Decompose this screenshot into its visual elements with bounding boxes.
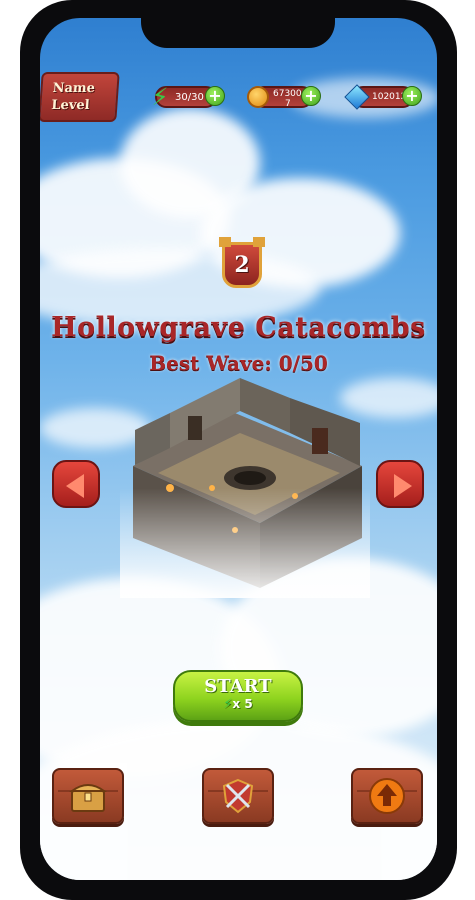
add-energy-button[interactable]: + <box>205 86 225 106</box>
start-cost: ⚡x 5 <box>175 697 301 712</box>
next-map-button[interactable] <box>376 460 424 508</box>
phone-notch <box>141 0 335 48</box>
start-cost-value: x 5 <box>232 697 253 711</box>
treasure-chest-icon <box>68 784 108 812</box>
blue-gem-icon <box>342 82 372 112</box>
battle-button[interactable] <box>202 768 274 824</box>
player-name-plate[interactable]: Name Level <box>40 72 120 122</box>
coin-sub-value: 7 <box>285 99 291 109</box>
crossed-swords-shield-icon <box>222 778 254 814</box>
arrow-left-icon <box>66 474 84 498</box>
inventory-button[interactable] <box>52 768 124 824</box>
game-screen: Name Level ⚡ 30/30 + 673000 7 + 1020120 … <box>40 18 437 880</box>
best-wave-label: Best Wave: 0/50 <box>149 351 328 375</box>
gem-counter: 1020120 + <box>344 84 422 110</box>
energy-counter: ⚡ 30/30 + <box>152 83 225 111</box>
add-coins-button[interactable]: + <box>301 86 321 106</box>
add-gems-button[interactable]: + <box>402 86 422 106</box>
player-level-label: Level <box>50 98 91 113</box>
badge-wing-left <box>219 237 231 247</box>
start-label: START <box>204 676 272 697</box>
previous-map-button[interactable] <box>52 460 100 508</box>
coin-counter: 673000 7 + <box>247 86 321 109</box>
dungeon-island-illustration <box>120 378 370 598</box>
level-number: 2 <box>234 252 250 278</box>
upgrade-button[interactable] <box>351 768 423 824</box>
gold-coin-icon <box>243 82 273 112</box>
lightning-bolt-icon: ⚡ <box>151 83 169 111</box>
level-badge: 2 <box>219 237 265 288</box>
arrow-right-icon <box>394 474 412 498</box>
energy-value: 30/30 <box>175 91 204 103</box>
map-title: Hollowgrave Catacombs <box>51 312 426 343</box>
upgrade-arrow-icon <box>369 778 405 814</box>
badge-wing-right <box>253 237 265 247</box>
player-name-label: Name <box>52 81 96 96</box>
start-button[interactable]: START ⚡x 5 <box>173 670 303 722</box>
